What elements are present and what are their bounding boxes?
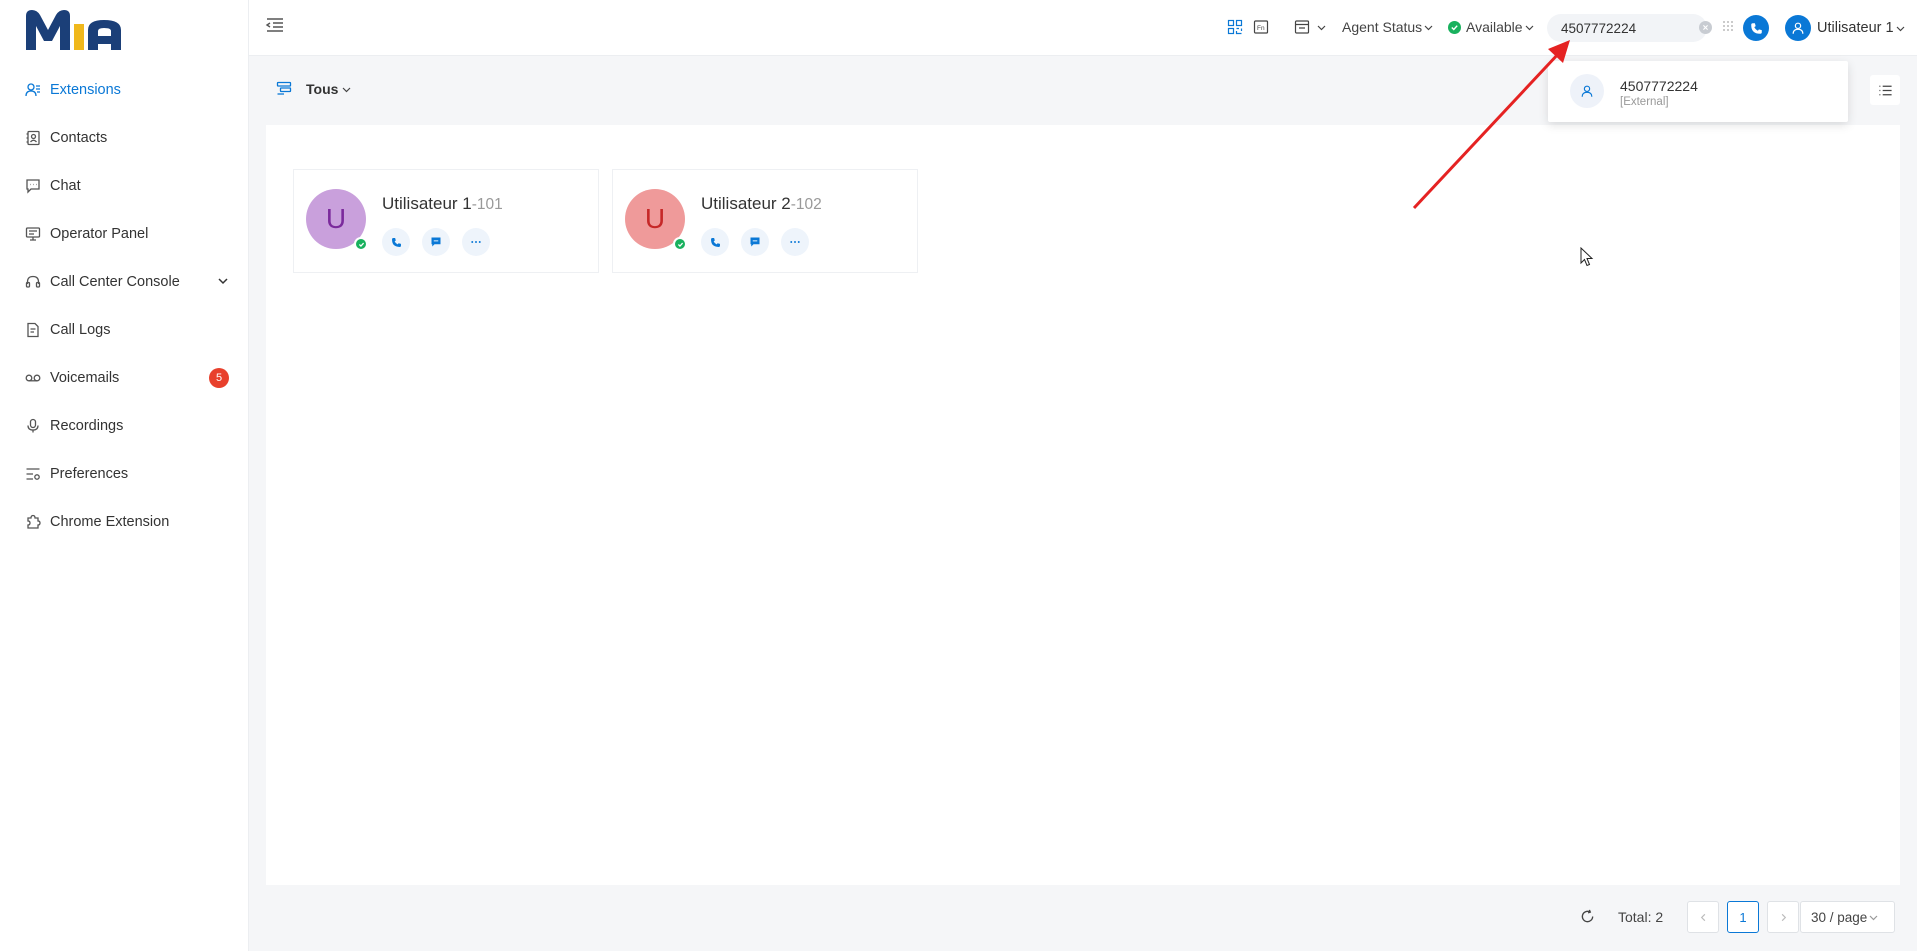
page-size-select[interactable]: 30 / page: [1800, 901, 1895, 933]
svg-text:Fn: Fn: [1257, 25, 1265, 32]
sidebar-item-preferences[interactable]: Preferences: [0, 450, 249, 498]
refresh-icon[interactable]: [1580, 909, 1595, 924]
prev-page-button[interactable]: [1687, 901, 1719, 933]
extensions-icon: [24, 81, 42, 99]
function-keys-icon[interactable]: Fn: [1252, 18, 1270, 36]
microphone-icon: [24, 417, 42, 435]
call-logs-icon: [24, 321, 42, 339]
search-results-dropdown: 4507772224 [External]: [1548, 61, 1848, 122]
sidebar-item-label: Recordings: [50, 418, 124, 434]
window-layout-icon[interactable]: [1293, 18, 1311, 36]
call-button[interactable]: [1743, 15, 1769, 41]
result-type: [External]: [1620, 96, 1669, 108]
extension-name: Utilisateur 1-101: [382, 194, 503, 214]
preferences-icon: [24, 465, 42, 483]
user-menu[interactable]: Utilisateur 1: [1817, 20, 1905, 36]
extension-actions: [701, 228, 809, 256]
user-avatar[interactable]: [1785, 15, 1811, 41]
sidebar-item-label: Voicemails: [50, 370, 120, 386]
user-icon: [1792, 22, 1804, 34]
extension-actions: [382, 228, 490, 256]
extension-card[interactable]: U Utilisateur 2-102: [612, 169, 918, 273]
extension-number: -102: [790, 196, 822, 213]
extension-card[interactable]: U Utilisateur 1-101: [293, 169, 599, 273]
puzzle-icon: [24, 513, 42, 531]
user-icon: [1581, 85, 1593, 97]
sidebar-item-call-logs[interactable]: Call Logs: [0, 306, 249, 354]
chevron-right-icon: [1781, 913, 1786, 921]
call-extension-button[interactable]: [701, 228, 729, 256]
online-status-icon: [673, 237, 687, 251]
chat-icon: [24, 177, 42, 195]
chat-extension-button[interactable]: [741, 228, 769, 256]
sidebar-item-label: Operator Panel: [50, 226, 149, 242]
sidebar: Extensions Contacts Chat Operator Panel …: [0, 0, 249, 951]
extension-number: -101: [471, 196, 503, 213]
sidebar-item-operator-panel[interactable]: Operator Panel: [0, 210, 249, 258]
call-extension-button[interactable]: [382, 228, 410, 256]
chat-icon: [431, 237, 441, 247]
more-icon: [790, 241, 800, 243]
chevron-left-icon: [1700, 913, 1705, 921]
page-number-button[interactable]: 1: [1727, 901, 1759, 933]
sidebar-item-label: Call Logs: [50, 322, 111, 338]
more-options-button[interactable]: [462, 228, 490, 256]
sidebar-item-call-center-console[interactable]: Call Center Console: [0, 258, 249, 306]
extensions-panel: U Utilisateur 1-101 U Utilisateur 2-102: [266, 125, 1900, 885]
list-view-icon: [1878, 85, 1892, 95]
list-view-button[interactable]: [1870, 75, 1900, 105]
chevron-down-icon: [1869, 915, 1878, 920]
sidebar-item-voicemails[interactable]: Voicemails 5: [0, 354, 249, 402]
operator-panel-icon: [24, 225, 42, 243]
extension-user-name: Utilisateur 1: [382, 194, 472, 213]
sidebar-item-label: Contacts: [50, 130, 108, 146]
chat-icon: [750, 237, 760, 247]
online-status-icon: [354, 237, 368, 251]
mia-logo[interactable]: [24, 6, 124, 54]
sidebar-item-label: Extensions: [50, 82, 121, 98]
chevron-down-icon: [342, 87, 351, 92]
next-page-button[interactable]: [1767, 901, 1799, 933]
more-icon: [471, 241, 481, 243]
sidebar-item-recordings[interactable]: Recordings: [0, 402, 249, 450]
sidebar-item-chrome-extension[interactable]: Chrome Extension: [0, 498, 249, 546]
clear-icon[interactable]: [1699, 21, 1712, 34]
sidebar-item-label: Chat: [50, 178, 81, 194]
phone-icon: [391, 237, 401, 247]
chevron-down-icon: [1896, 26, 1904, 31]
user-name-label: Utilisateur 1: [1817, 20, 1894, 36]
chat-extension-button[interactable]: [422, 228, 450, 256]
headset-icon: [24, 273, 42, 291]
dialpad-icon[interactable]: [1722, 20, 1734, 32]
page-size-label: 30 / page: [1811, 909, 1868, 925]
group-filter-icon: [276, 81, 292, 95]
sidebar-item-contacts[interactable]: Contacts: [0, 114, 249, 162]
sidebar-item-label: Call Center Console: [50, 274, 180, 290]
search-result-item[interactable]: 4507772224 [External]: [1548, 61, 1848, 122]
phone-icon: [1750, 22, 1762, 34]
top-header: Fn Agent Status Available Utilisateur 1: [249, 0, 1917, 56]
extension-user-name: Utilisateur 2: [701, 194, 791, 213]
total-count: Total: 2: [1618, 909, 1664, 925]
mouse-cursor-icon: [1580, 247, 1594, 267]
qr-code-icon[interactable]: [1226, 18, 1244, 36]
sidebar-item-label: Preferences: [50, 466, 129, 482]
sidebar-item-label: Chrome Extension: [50, 514, 170, 530]
collapse-menu-icon[interactable]: [265, 16, 285, 34]
annotation-arrow: [1412, 40, 1570, 210]
sidebar-nav: Extensions Contacts Chat Operator Panel …: [0, 66, 249, 546]
contacts-icon: [24, 129, 42, 147]
chevron-down-icon[interactable]: [217, 275, 229, 287]
group-filter-label: Tous: [306, 81, 339, 97]
group-filter-dropdown[interactable]: Tous: [306, 81, 351, 97]
voicemail-count-badge: 5: [209, 368, 229, 388]
phone-icon: [710, 237, 720, 247]
voicemail-icon: [24, 369, 42, 387]
more-options-button[interactable]: [781, 228, 809, 256]
extension-name: Utilisateur 2-102: [701, 194, 822, 214]
result-number: 4507772224: [1620, 78, 1698, 94]
chevron-down-icon[interactable]: [1317, 23, 1326, 32]
sidebar-item-chat[interactable]: Chat: [0, 162, 249, 210]
sidebar-item-extensions[interactable]: Extensions: [0, 66, 249, 114]
